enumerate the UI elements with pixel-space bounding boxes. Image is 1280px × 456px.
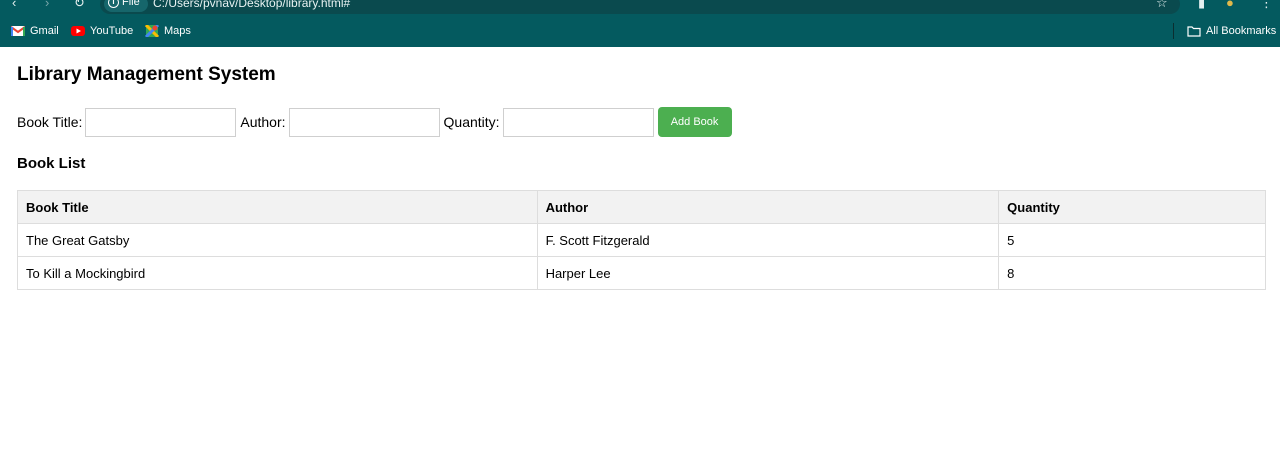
folder-icon	[1187, 26, 1201, 37]
quantity-label: Quantity:	[443, 114, 500, 130]
bookmark-label: Maps	[164, 25, 191, 37]
add-book-button[interactable]: Add Book	[657, 107, 732, 137]
cell-quantity: 8	[998, 256, 1266, 290]
menu-icon[interactable]: ⋮	[1260, 0, 1273, 10]
maps-icon	[145, 25, 159, 37]
all-bookmarks-button[interactable]: All Bookmarks	[1187, 24, 1276, 38]
bookmark-label: Gmail	[30, 25, 59, 37]
all-bookmarks-label: All Bookmarks	[1206, 25, 1277, 37]
site-info-label: File	[122, 0, 140, 8]
bookmark-youtube[interactable]: YouTube	[71, 24, 133, 38]
youtube-icon	[71, 26, 85, 36]
forward-icon[interactable]: ›	[45, 0, 49, 10]
bookmark-star-icon[interactable]: ☆	[1156, 0, 1168, 10]
bookmarks-bar: Gmail YouTube Maps All Bookmarks	[0, 14, 1280, 47]
header-author: Author	[536, 190, 1000, 224]
cell-book-title: The Great Gatsby	[17, 223, 538, 257]
header-book-title: Book Title	[17, 190, 538, 224]
bookmarks-divider	[1173, 23, 1174, 39]
table-header-row: Book Title Author Quantity	[17, 190, 1266, 224]
url-text[interactable]: C:/Users/pvnav/Desktop/library.html#	[153, 0, 350, 10]
info-icon: i	[108, 0, 119, 8]
cell-book-title: To Kill a Mockingbird	[17, 256, 538, 290]
bookmark-gmail[interactable]: Gmail	[11, 24, 59, 38]
add-book-form: Book Title: Author: Quantity: Add Book	[17, 107, 732, 137]
profile-avatar[interactable]: ●	[1226, 0, 1234, 10]
quantity-input[interactable]	[502, 107, 654, 137]
reload-icon[interactable]: ↻	[74, 0, 85, 10]
table-row: The Great Gatsby F. Scott Fitzgerald 5	[17, 223, 1266, 257]
side-panel-icon[interactable]: ▮	[1198, 0, 1205, 10]
cell-quantity: 5	[998, 223, 1266, 257]
book-title-label: Book Title:	[17, 114, 83, 130]
table-row: To Kill a Mockingbird Harper Lee 8	[17, 256, 1266, 290]
bookmark-maps[interactable]: Maps	[145, 24, 191, 38]
browser-toolbar: ‹ › ↻ i File C:/Users/pvnav/Desktop/libr…	[0, 0, 1280, 14]
author-label: Author:	[240, 114, 286, 130]
page-title: Library Management System	[17, 64, 276, 85]
cell-author: Harper Lee	[536, 256, 1000, 290]
gmail-icon	[11, 26, 25, 36]
author-input[interactable]	[288, 107, 440, 137]
header-quantity: Quantity	[998, 190, 1266, 224]
book-title-input[interactable]	[85, 107, 237, 137]
cell-author: F. Scott Fitzgerald	[536, 223, 1000, 257]
book-list-title: Book List	[17, 155, 86, 172]
site-info-chip[interactable]: i File	[104, 0, 148, 12]
book-table: Book Title Author Quantity The Great Gat…	[17, 190, 1266, 290]
bookmark-label: YouTube	[90, 25, 134, 37]
back-icon[interactable]: ‹	[12, 0, 16, 10]
